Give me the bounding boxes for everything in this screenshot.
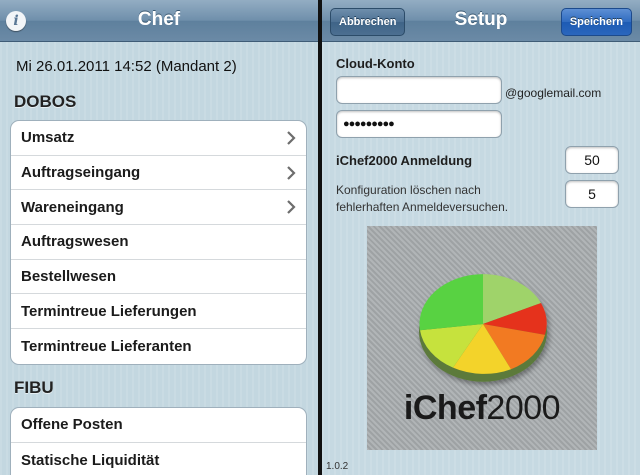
logo-text: iChef2000	[367, 389, 597, 428]
chevron-right-icon	[287, 200, 296, 214]
reset-attempts-field[interactable]: 5	[565, 180, 619, 208]
list-item[interactable]: Wareneingang	[11, 190, 306, 226]
setup-screen: Abbrechen Setup Speichern Cloud-Konto @g…	[322, 0, 640, 475]
list-item[interactable]: Termintreue Lieferungen	[11, 294, 306, 330]
list-item[interactable]: Auftragswesen	[11, 225, 306, 260]
reset-description-line-1: Konfiguration löschen nach	[336, 183, 481, 197]
list-item-label: Termintreue Lieferanten	[21, 337, 192, 355]
list-item-label: Wareneingang	[21, 198, 124, 216]
page-title: Chef	[137, 9, 181, 30]
section-header-fibu: FIBU	[14, 378, 54, 397]
list-item-label: Statische Liquidität	[21, 451, 160, 469]
list-item-label: Termintreue Lieferungen	[21, 302, 197, 320]
list-item[interactable]: Bestellwesen	[11, 260, 306, 295]
pie-logo-icon	[419, 274, 547, 382]
navbar: Abbrechen Setup Speichern	[322, 0, 640, 42]
list-item[interactable]: Offene Posten	[11, 408, 306, 443]
save-button[interactable]: Speichern	[560, 8, 632, 36]
ichef-logo: iChef2000	[367, 226, 597, 450]
list-item[interactable]: Statische Liquidität	[11, 443, 306, 475]
email-suffix: @googlemail.com	[505, 86, 602, 100]
section-header-dobos: DOBOS	[14, 92, 77, 111]
version-label: 1.0.2	[326, 461, 349, 472]
chevron-right-icon	[287, 165, 296, 180]
list-item[interactable]: Termintreue Lieferanten	[11, 329, 306, 364]
login-value-field[interactable]: 50	[565, 146, 619, 174]
list-item-label: Auftragswesen	[21, 233, 129, 251]
login-label: iChef2000 Anmeldung	[336, 153, 473, 168]
email-field[interactable]	[336, 76, 502, 104]
reset-description-line-2: fehlerhaften Anmeldeversuchen.	[336, 200, 509, 214]
navbar: i Chef	[0, 0, 318, 42]
chef-screen: i Chef Mi 26.01.2011 14:52 (Mandant 2) D…	[0, 0, 318, 475]
list-item[interactable]: Umsatz	[11, 121, 306, 156]
list-item-label: Umsatz	[21, 129, 75, 147]
date-line: Mi 26.01.2011 14:52 (Mandant 2)	[16, 58, 237, 75]
dobos-list: Umsatz Auftragseingang Wareneingang Auftrag…	[10, 120, 307, 365]
password-field[interactable]: ●●●●●●●●●	[336, 110, 502, 138]
list-item-label: Offene Posten	[21, 416, 123, 434]
logo-text-light: 2000	[486, 389, 561, 427]
cloud-account-label: Cloud-Konto	[336, 56, 415, 71]
chevron-right-icon	[287, 131, 296, 145]
reset-description: Konfiguration löschen nach fehlerhaften …	[336, 182, 508, 216]
list-item[interactable]: Auftragseingang	[11, 156, 306, 191]
logo-text-bold: iChef	[403, 389, 487, 427]
fibu-list: Offene Posten Statische Liquidität	[10, 407, 307, 475]
list-item-label: Bestellwesen	[21, 268, 117, 286]
list-item-label: Auftragseingang	[21, 164, 141, 182]
